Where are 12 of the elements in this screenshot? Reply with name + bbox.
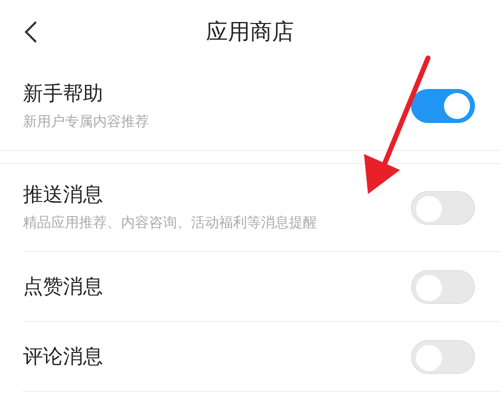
setting-description: 新用户专属内容推荐 (23, 112, 150, 130)
toggle-switch[interactable] (411, 89, 475, 123)
setting-description: 精品应用推荐、内容咨询、活动福利等消息提醒 (23, 213, 318, 232)
setting-title: 推送消息 (23, 183, 104, 208)
toggle-switch[interactable] (411, 270, 475, 304)
toggle-switch[interactable] (411, 340, 475, 374)
setting-title: 新手帮助 (23, 82, 104, 106)
page-title: 应用商店 (206, 18, 294, 46)
setting-title: 评论消息 (23, 344, 104, 370)
back-icon[interactable] (24, 20, 38, 44)
toggle-switch[interactable] (411, 190, 475, 224)
setting-title: 点赞消息 (23, 274, 104, 300)
